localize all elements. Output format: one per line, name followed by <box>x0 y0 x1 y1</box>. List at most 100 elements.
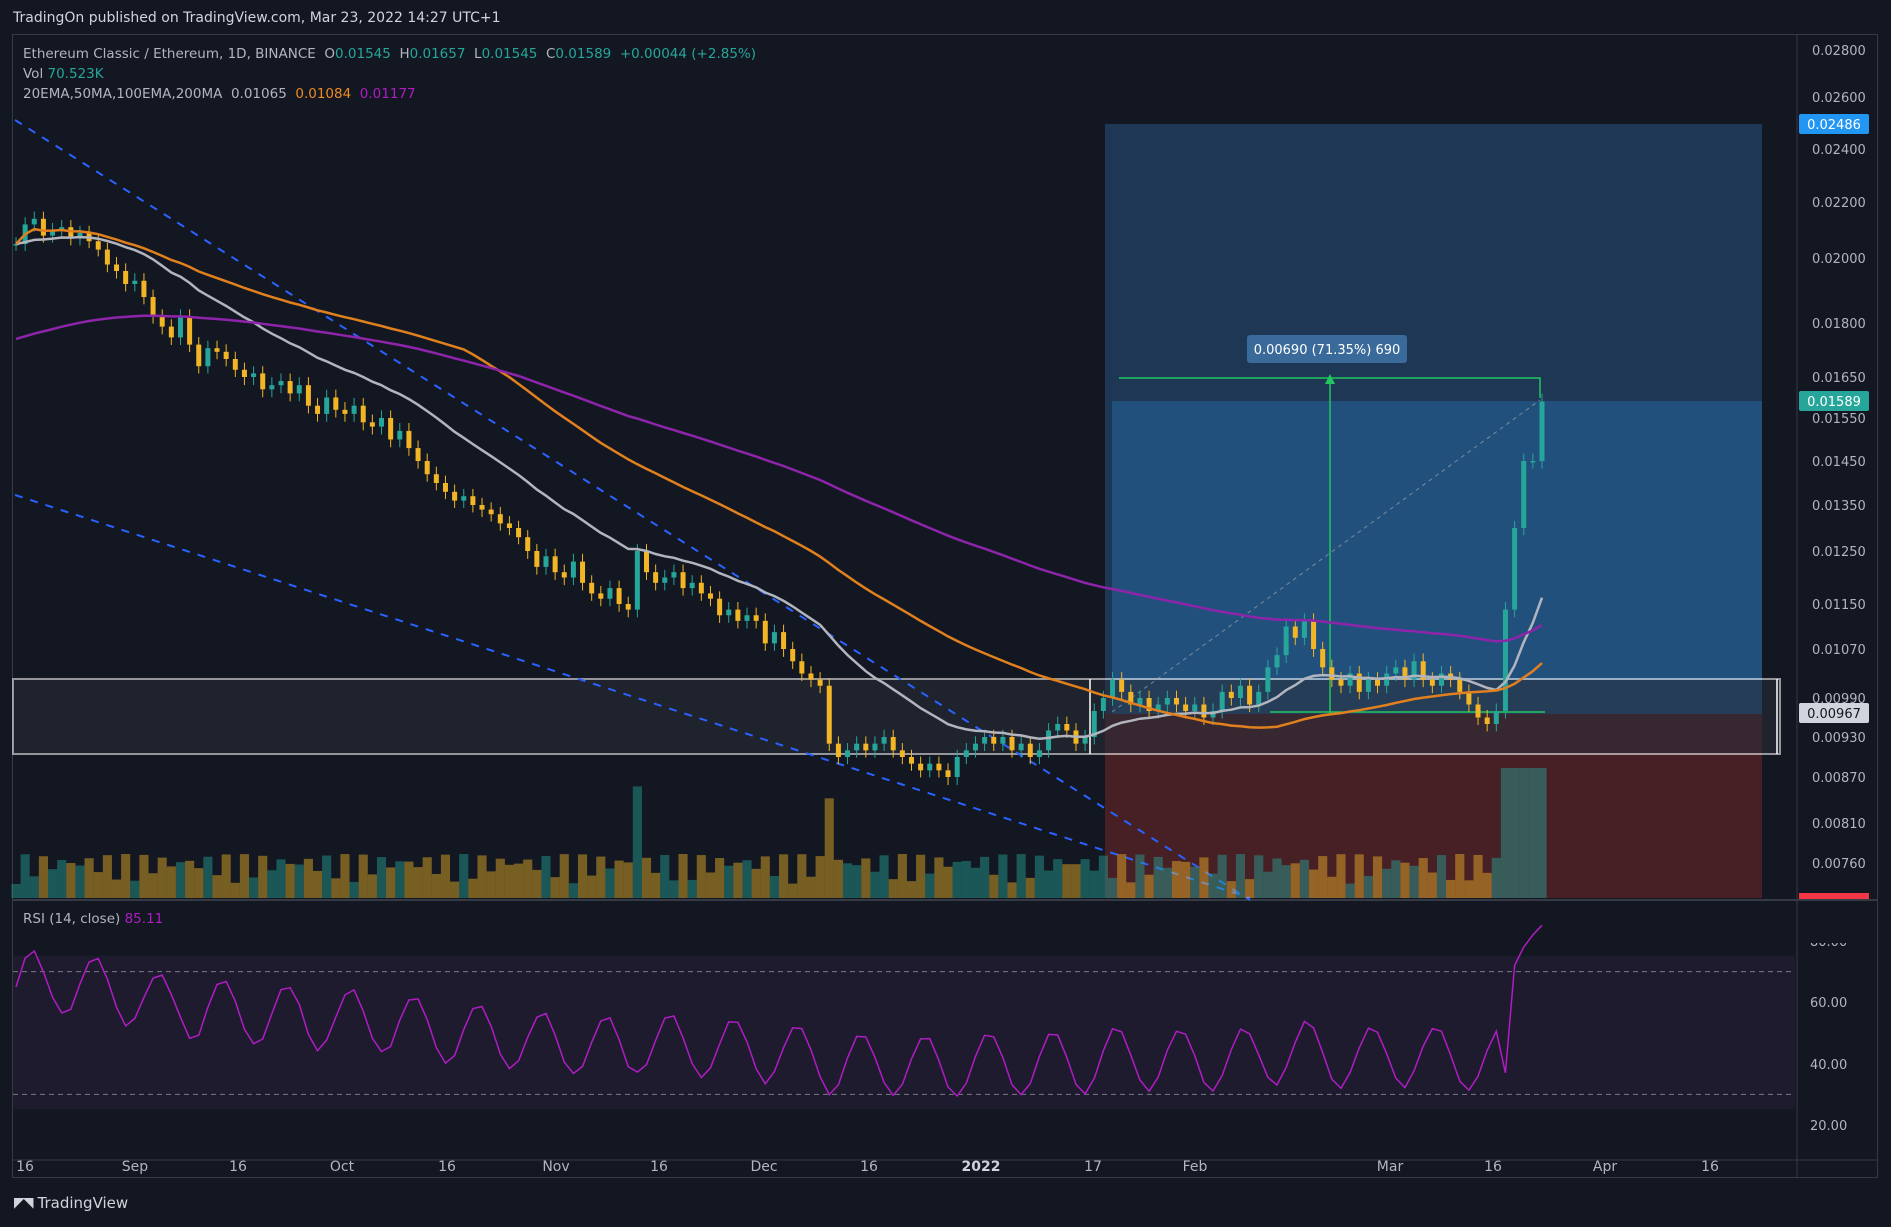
candle-body <box>1311 620 1317 649</box>
volume-bar <box>1510 768 1520 898</box>
volume-bar <box>175 862 186 898</box>
volume-bar <box>1199 857 1209 898</box>
volume-bar <box>1372 856 1383 898</box>
volume-bar <box>779 854 789 898</box>
volume-bar <box>998 854 1008 898</box>
volume-bar <box>559 854 569 898</box>
candle-body <box>461 496 467 501</box>
time-tick-label: 16 <box>650 1159 668 1175</box>
candle-body <box>31 218 37 225</box>
time-tick-label: 16 <box>1484 1159 1502 1175</box>
candle-body <box>771 632 777 644</box>
volume-bar <box>1053 859 1063 898</box>
volume-bar <box>696 855 706 898</box>
candle-body <box>872 743 878 751</box>
time-tick-label: Apr <box>1593 1159 1617 1175</box>
volume-bar <box>157 857 167 898</box>
volume-bar <box>523 859 533 898</box>
candle-body <box>899 750 905 757</box>
candle-body <box>845 750 851 757</box>
candle-body <box>717 598 723 616</box>
volume-bar <box>66 863 76 898</box>
candle-body <box>580 561 586 583</box>
volume-bar <box>514 863 524 898</box>
ema100-value: 0.01177 <box>359 86 416 102</box>
ema20-value: 0.01065 <box>230 86 287 102</box>
volume-bar <box>75 865 85 898</box>
volume-bar <box>989 874 999 898</box>
volume-bar <box>221 854 231 898</box>
candle-body <box>671 572 677 578</box>
candle-body <box>1009 737 1015 751</box>
candle-body <box>1329 667 1335 680</box>
price-tick-label: 0.01800 <box>1812 317 1866 332</box>
volume-bar <box>258 855 268 898</box>
rsi-tick-label: 40.00 <box>1810 1058 1847 1073</box>
candle-body <box>1064 724 1070 731</box>
candle-body <box>187 316 193 345</box>
candle-body <box>1201 704 1207 718</box>
volume-bar <box>404 861 414 898</box>
volume-bar <box>504 864 515 898</box>
volume-bar <box>760 856 770 898</box>
candle-body <box>452 491 458 501</box>
candle-body <box>159 316 165 327</box>
volume-bar <box>386 867 396 898</box>
volume-bar <box>715 858 725 898</box>
volume-bar <box>212 875 222 898</box>
volume-bar <box>1327 876 1337 898</box>
time-tick-label: 2022 <box>962 1159 1001 1175</box>
volume-bar <box>1135 854 1145 898</box>
candle-body <box>433 474 439 483</box>
chart-canvas[interactable]: 0.00690 (71.35%) 690 0.02800 0.02600 0.0240… <box>0 0 1891 1227</box>
candle-body <box>890 737 896 751</box>
candle-body <box>1493 711 1499 724</box>
volume-bar <box>1345 883 1355 898</box>
candle-body <box>516 528 522 538</box>
time-tick-label: Dec <box>750 1159 777 1175</box>
volume-bar <box>952 861 962 898</box>
volume-bar <box>1391 860 1401 898</box>
volume-bar <box>166 866 176 898</box>
candle-body <box>104 249 110 265</box>
time-tick-label: 17 <box>1084 1159 1102 1175</box>
candle-body <box>570 561 576 578</box>
volume-bar <box>11 884 21 898</box>
candle-body <box>1484 717 1490 724</box>
volume-bar <box>925 873 935 898</box>
volume-bar <box>358 854 368 898</box>
volume-bar <box>751 868 761 898</box>
candle-body <box>790 649 796 662</box>
candle-body <box>963 750 969 757</box>
candle-body <box>1082 737 1088 744</box>
candle-body <box>598 593 604 599</box>
volume-bar <box>1217 854 1227 898</box>
volume-bar <box>1098 855 1108 898</box>
candle-body <box>1046 730 1052 751</box>
candle-body <box>497 514 503 524</box>
candle-body <box>333 397 339 410</box>
candle-body <box>1457 679 1463 692</box>
volume-bar <box>312 870 323 898</box>
candle-body <box>835 743 841 757</box>
rsi-badge-bg <box>1799 923 1869 943</box>
volume-bar <box>861 858 871 898</box>
volume-bar <box>276 859 286 898</box>
candle-body <box>296 385 302 394</box>
volume-bar <box>422 857 432 898</box>
candle-body <box>1018 743 1024 751</box>
candle-body <box>1429 679 1435 686</box>
price-tick-label: 0.02000 <box>1812 252 1866 267</box>
candle-body <box>1301 620 1307 638</box>
candle-body <box>1219 691 1225 711</box>
candle-body <box>954 757 960 777</box>
candle-body <box>662 577 668 583</box>
candle-body <box>808 673 814 680</box>
candle-body <box>1283 626 1289 656</box>
candle-body <box>653 572 659 583</box>
candle-body <box>360 405 366 423</box>
volume-legend: Vol 70.523K <box>23 66 104 82</box>
volume-bar <box>1519 768 1529 898</box>
footer-brand[interactable]: ◤◥ TradingView <box>14 1194 128 1212</box>
candle-body <box>753 615 759 621</box>
